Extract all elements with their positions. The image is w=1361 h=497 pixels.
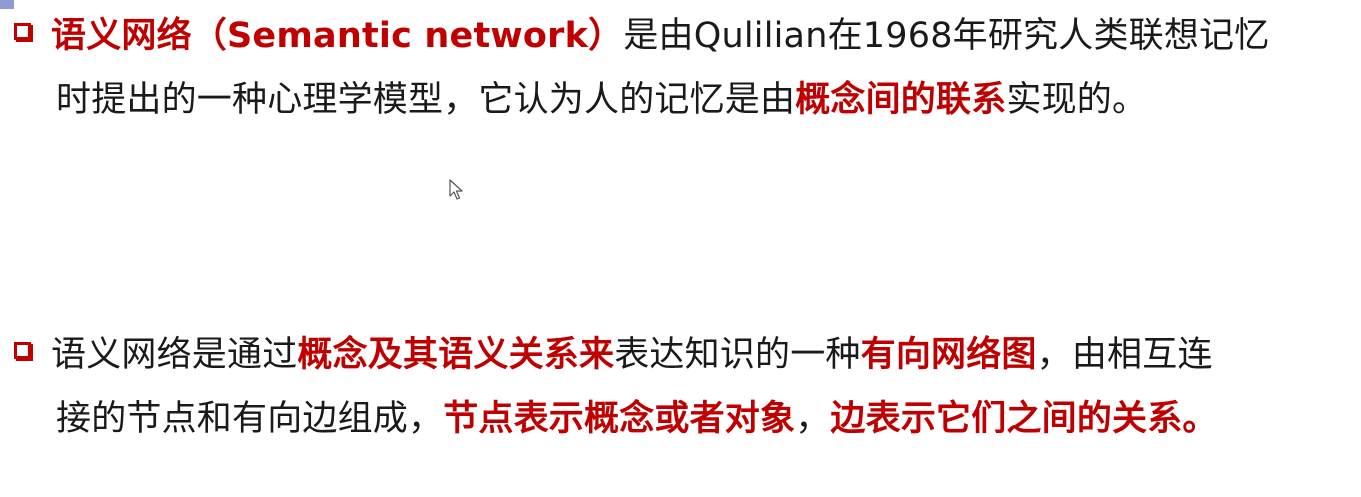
bullet-line-1: 语义网络（Semantic network）是由Qulilian在1968年研究… (14, 4, 1344, 68)
highlight-nodes-meaning: 节点表示概念或者对象 (443, 399, 796, 439)
slide-corner-marker (0, 0, 14, 9)
structure-text-a: 语义网络是通过 (51, 335, 298, 375)
bullet-line-2: 接的节点和有向边组成，节点表示概念或者对象，边表示它们之间的关系。 (14, 387, 1344, 451)
highlight-concepts-relations: 概念及其语义关系来 (297, 335, 615, 375)
bullet-item-semantic-network-definition: 语义网络（Semantic network）是由Qulilian在1968年研究… (14, 4, 1344, 132)
bullet-line-1: 语义网络是通过概念及其语义关系来表达知识的一种有向网络图，由相互连 (14, 323, 1344, 387)
structure-comma: ， (795, 399, 831, 439)
bullet-line-2: 时提出的一种心理学模型，它认为人的记忆是由概念间的联系实现的。 (14, 68, 1344, 132)
structure-text-d: 接的节点和有向边组成， (56, 399, 444, 439)
highlight-edges-meaning: 边表示它们之间的关系。 (830, 399, 1218, 439)
definition-text-continued: 时提出的一种心理学模型，它认为人的记忆是由 (56, 80, 796, 120)
term-semantic-network: 语义网络（Semantic network） (51, 16, 624, 56)
mouse-pointer-icon (449, 179, 463, 200)
definition-text-end: 实现的。 (1006, 80, 1148, 120)
highlight-directed-graph: 有向网络图 (860, 335, 1037, 375)
definition-text: 是由Qulilian在1968年研究人类联想记忆 (623, 16, 1270, 56)
square-bullet-icon (14, 341, 31, 359)
structure-text-b: 表达知识的一种 (614, 335, 861, 375)
highlight-concept-links: 概念间的联系 (795, 80, 1007, 120)
bullet-item-semantic-network-structure: 语义网络是通过概念及其语义关系来表达知识的一种有向网络图，由相互连 接的节点和有… (14, 323, 1344, 451)
square-bullet-icon (14, 22, 31, 40)
structure-text-c: ，由相互连 (1036, 335, 1213, 375)
